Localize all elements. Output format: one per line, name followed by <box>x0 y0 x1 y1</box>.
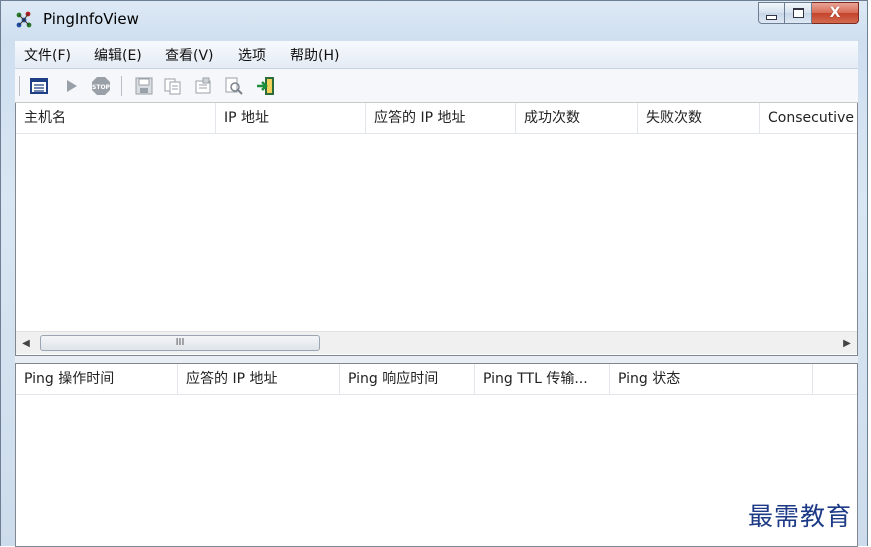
column-header-reply-ip[interactable]: 应答的 IP 地址 <box>366 103 516 133</box>
column-header-ping-time[interactable]: Ping 操作时间 <box>16 364 178 394</box>
close-icon: X <box>829 5 841 21</box>
maximize-icon <box>792 8 804 18</box>
client-area: 文件(F) 编辑(E) 查看(V) 选项 帮助(H) STOP 主机名 IP 地… <box>15 41 858 547</box>
column-header-success-count[interactable]: 成功次数 <box>516 103 638 133</box>
copy-icon <box>164 78 181 95</box>
menu-bar: 文件(F) 编辑(E) 查看(V) 选项 帮助(H) <box>15 41 858 69</box>
column-header-hostname[interactable]: 主机名 <box>16 103 216 133</box>
minimize-icon <box>766 14 777 20</box>
play-icon <box>67 80 77 92</box>
html-report-button[interactable] <box>29 76 49 96</box>
network-nodes-icon <box>16 11 32 28</box>
find-button[interactable] <box>224 76 244 96</box>
properties-icon <box>195 77 211 94</box>
menu-options[interactable]: 选项 <box>238 45 266 65</box>
toolbar: STOP <box>15 69 858 103</box>
ping-log-list[interactable]: Ping 操作时间 应答的 IP 地址 Ping 响应时间 Ping TTL 传… <box>15 363 858 547</box>
properties-button[interactable] <box>193 76 213 96</box>
title-bar[interactable]: PingInfoView X <box>1 1 867 41</box>
caption-buttons: X <box>758 2 859 24</box>
menu-edit[interactable]: 编辑(E) <box>94 45 142 65</box>
menu-view[interactable]: 查看(V) <box>165 45 214 65</box>
minimize-button[interactable] <box>758 2 785 24</box>
column-header-ping-status[interactable]: Ping 状态 <box>610 364 813 394</box>
column-header-ttl[interactable]: Ping TTL 传输... <box>475 364 610 394</box>
menu-help[interactable]: 帮助(H) <box>290 45 339 65</box>
ping-log-header: Ping 操作时间 应答的 IP 地址 Ping 响应时间 Ping TTL 传… <box>16 364 857 395</box>
horizontal-scrollbar[interactable]: ◀ III ▶ <box>16 331 857 354</box>
find-icon <box>225 77 243 95</box>
scroll-left-arrow-icon[interactable]: ◀ <box>16 332 36 354</box>
save-button[interactable] <box>134 76 154 96</box>
html-report-icon <box>30 78 48 94</box>
menu-file[interactable]: 文件(F) <box>24 45 71 65</box>
window-title: PingInfoView <box>43 10 139 28</box>
copy-button[interactable] <box>163 76 183 96</box>
save-icon <box>135 77 153 95</box>
maximize-button[interactable] <box>785 2 812 24</box>
exit-icon <box>257 77 274 95</box>
column-header-reply-ip[interactable]: 应答的 IP 地址 <box>178 364 340 394</box>
svg-text:STOP: STOP <box>92 84 111 91</box>
close-button[interactable]: X <box>812 2 859 24</box>
start-ping-button[interactable] <box>61 76 81 96</box>
column-header-response-time[interactable]: Ping 响应时间 <box>340 364 475 394</box>
hosts-list[interactable]: 主机名 IP 地址 应答的 IP 地址 成功次数 失败次数 Consecutiv… <box>15 103 858 356</box>
stop-ping-button[interactable]: STOP <box>91 76 111 96</box>
scroll-right-arrow-icon[interactable]: ▶ <box>837 332 857 354</box>
pane-splitter[interactable] <box>15 356 858 363</box>
column-header-ip-address[interactable]: IP 地址 <box>216 103 366 133</box>
toolbar-grip <box>19 76 20 96</box>
exit-button[interactable] <box>256 76 276 96</box>
column-header-extra[interactable] <box>813 364 857 394</box>
app-window: PingInfoView X 文件(F) 编辑(E) 查看(V) 选项 帮助(H… <box>0 0 868 547</box>
column-header-consecutive[interactable]: Consecutive <box>760 103 857 133</box>
scrollbar-thumb[interactable]: III <box>40 335 320 351</box>
toolbar-separator <box>121 76 122 96</box>
hosts-list-header: 主机名 IP 地址 应答的 IP 地址 成功次数 失败次数 Consecutiv… <box>16 103 857 134</box>
stop-icon: STOP <box>92 77 111 95</box>
column-header-failed-count[interactable]: 失败次数 <box>638 103 760 133</box>
watermark: 最需教育 <box>748 502 853 531</box>
